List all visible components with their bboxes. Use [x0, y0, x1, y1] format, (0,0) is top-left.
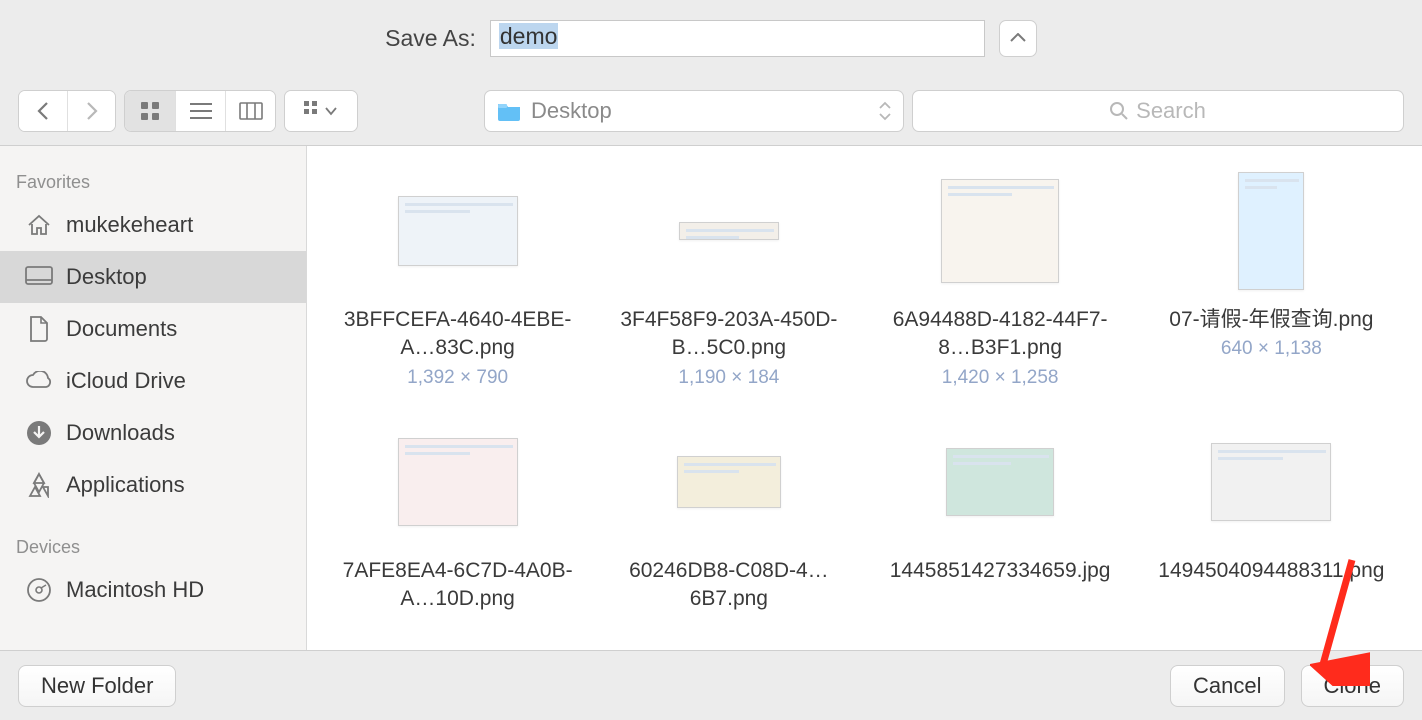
arrange-segment: [284, 90, 358, 132]
file-item[interactable]: 7AFE8EA4-6C7D-4A0B-A…10D.png: [327, 407, 588, 614]
sidebar-item-applications[interactable]: Applications: [0, 459, 306, 511]
new-folder-button[interactable]: New Folder: [18, 665, 176, 707]
footer: New Folder Cancel Clone: [0, 650, 1422, 720]
forward-button[interactable]: [67, 91, 115, 131]
file-name: 1494504094488311.png: [1158, 557, 1384, 585]
column-view-button[interactable]: [225, 91, 275, 131]
file-name: 1445851427334659.jpg: [890, 557, 1111, 585]
file-item[interactable]: 07-请假-年假查询.png 640 × 1,138: [1141, 156, 1402, 389]
column-view-icon: [239, 102, 263, 120]
cloud-icon: [24, 371, 54, 391]
arrange-button[interactable]: [285, 91, 357, 131]
toolbar: Desktop Search: [0, 76, 1422, 146]
sidebar-item-label: Documents: [66, 316, 177, 342]
sidebar-item-label: Macintosh HD: [66, 577, 204, 603]
file-thumbnail: [398, 156, 518, 306]
location-label: Desktop: [531, 98, 612, 124]
file-name: 7AFE8EA4-6C7D-4A0B-A…10D.png: [343, 557, 573, 614]
list-view-icon: [190, 102, 212, 120]
save-as-label: Save As:: [385, 25, 476, 52]
file-thumbnail: [679, 156, 779, 306]
file-item[interactable]: 6A94488D-4182-44F7-8…B3F1.png 1,420 × 1,2…: [870, 156, 1131, 389]
icon-view-button[interactable]: [125, 91, 175, 131]
file-name: 60246DB8-C08D-4…6B7.png: [614, 557, 844, 614]
cancel-button[interactable]: Cancel: [1170, 665, 1284, 707]
devices-title: Devices: [0, 511, 306, 564]
file-item[interactable]: 3BFFCEFA-4640-4EBE-A…83C.png 1,392 × 790: [327, 156, 588, 389]
arrange-icon: [304, 101, 338, 121]
sidebar-item-downloads[interactable]: Downloads: [0, 407, 306, 459]
file-item[interactable]: 60246DB8-C08D-4…6B7.png: [598, 407, 859, 614]
file-dimensions: 1,190 × 184: [678, 367, 779, 389]
file-grid[interactable]: 3BFFCEFA-4640-4EBE-A…83C.png1,392 × 7903…: [307, 146, 1422, 650]
file-name: 3F4F58F9-203A-450D-B…5C0.png: [614, 306, 844, 363]
dialog-body: Favorites mukekeheart Desktop Documents …: [0, 146, 1422, 650]
file-thumbnail: [1238, 156, 1304, 306]
favorites-title: Favorites: [0, 146, 306, 199]
view-segment: [124, 90, 276, 132]
home-icon: [24, 213, 54, 237]
updown-icon: [879, 101, 891, 121]
file-item[interactable]: 1445851427334659.jpg: [870, 407, 1131, 614]
file-dimensions: 1,420 × 1,258: [942, 367, 1059, 389]
file-thumbnail: [946, 407, 1054, 557]
sidebar-item-label: iCloud Drive: [66, 368, 186, 394]
file-thumbnail: [941, 156, 1059, 306]
chevron-up-icon: [1010, 33, 1026, 43]
back-button[interactable]: [19, 91, 67, 131]
downloads-icon: [24, 420, 54, 446]
file-item[interactable]: 3F4F58F9-203A-450D-B…5C0.png 1,190 × 184: [598, 156, 859, 389]
file-thumbnail: [1211, 407, 1331, 557]
icon-view-icon: [140, 101, 160, 121]
applications-icon: [24, 472, 54, 498]
file-name: 6A94488D-4182-44F7-8…B3F1.png: [885, 306, 1115, 363]
location-popup[interactable]: Desktop: [484, 90, 904, 132]
clone-button[interactable]: Clone: [1301, 665, 1404, 707]
sidebar-item-label: mukekeheart: [66, 212, 193, 238]
save-as-row: Save As: demo: [0, 0, 1422, 76]
chevron-left-icon: [37, 102, 49, 120]
sidebar-item-desktop[interactable]: Desktop: [0, 251, 306, 303]
disk-icon: [24, 577, 54, 603]
search-field[interactable]: Search: [912, 90, 1404, 132]
file-thumbnail: [398, 407, 518, 557]
search-placeholder: Search: [1136, 98, 1206, 124]
file-dimensions: 640 × 1,138: [1221, 338, 1322, 360]
sidebar-item-documents[interactable]: Documents: [0, 303, 306, 355]
file-name: 07-请假-年假查询.png: [1169, 306, 1373, 334]
search-icon: [1110, 102, 1128, 120]
file-name: 3BFFCEFA-4640-4EBE-A…83C.png: [343, 306, 573, 363]
file-item[interactable]: 1494504094488311.png: [1141, 407, 1402, 614]
desktop-icon: [24, 266, 54, 288]
collapse-button[interactable]: [999, 20, 1037, 57]
chevron-right-icon: [86, 102, 98, 120]
file-thumbnail: [677, 407, 781, 557]
sidebar-item-label: Downloads: [66, 420, 175, 446]
nav-segment: [18, 90, 116, 132]
save-as-filename: demo: [499, 23, 559, 49]
sidebar-item-icloud[interactable]: iCloud Drive: [0, 355, 306, 407]
sidebar-item-label: Applications: [66, 472, 185, 498]
documents-icon: [24, 316, 54, 342]
sidebar-item-label: Desktop: [66, 264, 147, 290]
list-view-button[interactable]: [175, 91, 225, 131]
save-as-input[interactable]: demo: [490, 20, 985, 57]
sidebar: Favorites mukekeheart Desktop Documents …: [0, 146, 307, 650]
sidebar-item-macintosh-hd[interactable]: Macintosh HD: [0, 564, 306, 616]
sidebar-item-home[interactable]: mukekeheart: [0, 199, 306, 251]
folder-icon: [497, 101, 521, 121]
file-dimensions: 1,392 × 790: [407, 367, 508, 389]
